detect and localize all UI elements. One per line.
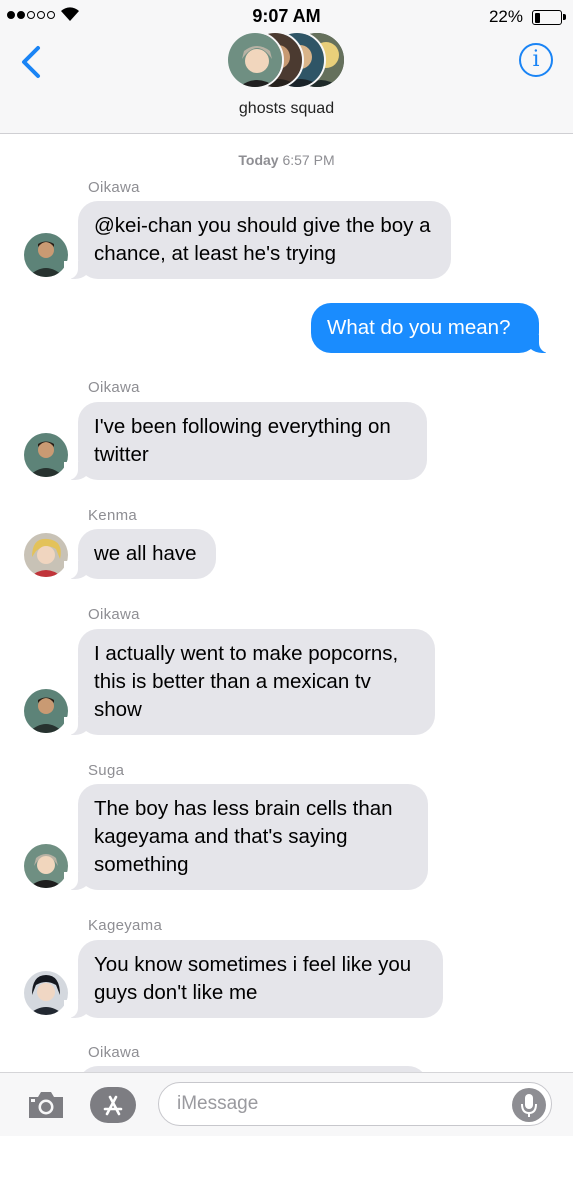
- status-bar: 9:07 AM 22%: [0, 0, 573, 34]
- camera-button[interactable]: [26, 1089, 66, 1121]
- avatar-oikawa[interactable]: [24, 433, 68, 477]
- sender-name: Oikawa: [88, 379, 140, 396]
- thread-timestamp: Today 6:57 PM: [0, 152, 573, 168]
- message-input-bar: [0, 1072, 573, 1136]
- microphone-button[interactable]: [512, 1088, 546, 1122]
- message-bubble-incoming[interactable]: You know sometimes i feel like you guys …: [64, 940, 443, 1018]
- battery-icon: [532, 10, 566, 25]
- timestamp-time: 6:57 PM: [282, 152, 335, 168]
- imessage-input[interactable]: [158, 1082, 552, 1126]
- sender-name: Kageyama: [88, 917, 163, 934]
- conversation-header: 9:07 AM 22% ghosts squad i: [0, 0, 573, 134]
- group-name[interactable]: ghosts squad: [0, 100, 573, 118]
- sender-name: Oikawa: [88, 1044, 140, 1061]
- info-icon: i: [532, 47, 540, 72]
- microphone-icon: [521, 1094, 537, 1117]
- keyboard-area-blank: [0, 1136, 573, 1200]
- sender-name: Suga: [88, 762, 125, 779]
- sender-name: Oikawa: [88, 606, 140, 623]
- info-button[interactable]: i: [519, 43, 553, 77]
- back-button[interactable]: [12, 42, 52, 82]
- avatar-oikawa[interactable]: [24, 689, 68, 733]
- message-bubble-incoming[interactable]: @kei-chan you should give the boy a chan…: [64, 201, 451, 279]
- message-bubble-incoming[interactable]: I actually went to make popcorns, this i…: [64, 629, 435, 735]
- sender-name: Kenma: [88, 507, 138, 524]
- group-member-avatar: [226, 31, 284, 89]
- status-time: 9:07 AM: [252, 6, 321, 26]
- message-bubble-incoming[interactable]: I've been following everything on twitte…: [64, 402, 427, 480]
- message-bubble-incoming[interactable]: The boy has less brain cells than kageya…: [64, 784, 428, 890]
- message-bubble-outgoing[interactable]: What do you mean?: [311, 303, 553, 353]
- timestamp-day: Today: [238, 152, 279, 168]
- avatar-oikawa[interactable]: [24, 233, 68, 277]
- battery-percentage: 22%: [488, 7, 523, 26]
- avatar-kageyama[interactable]: [24, 971, 68, 1015]
- avatar-suga[interactable]: [24, 844, 68, 888]
- message-bubble-incoming[interactable]: we all have: [64, 529, 216, 579]
- app-store-button[interactable]: [90, 1087, 136, 1123]
- group-avatar-stack[interactable]: [226, 31, 346, 89]
- avatar-kenma[interactable]: [24, 533, 68, 577]
- sender-name: Oikawa: [88, 179, 140, 196]
- app-store-icon: [103, 1095, 123, 1116]
